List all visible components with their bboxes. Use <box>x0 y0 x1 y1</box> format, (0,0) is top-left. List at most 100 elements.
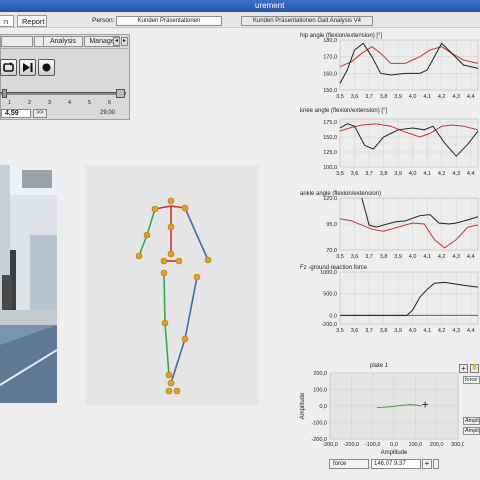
y-tick-label: 95,0 <box>326 222 337 228</box>
x-tick-label: 4,4 <box>467 328 475 334</box>
plot-area <box>339 39 479 91</box>
top-toolbar <box>0 12 480 28</box>
x-tick-label: 3,9 <box>394 254 402 260</box>
record-button[interactable] <box>38 59 55 76</box>
session-field[interactable]: Kunden Präsentationen Gait Analysis V4 <box>241 16 373 26</box>
x-tick-label: -200,0 <box>344 442 360 448</box>
record-icon <box>42 63 51 72</box>
title-bar: urement <box>0 0 480 12</box>
person-field[interactable]: Kunden Präsentationen <box>116 16 222 26</box>
force-value[interactable]: 146,07 9,37 <box>371 459 421 469</box>
timeline-thumb[interactable] <box>2 89 7 98</box>
x-tick-label: 4,0 <box>409 254 417 260</box>
y-tick-label: -100,0 <box>311 421 327 427</box>
step-button[interactable]: >> <box>33 109 47 118</box>
y-tick-label: 150,0 <box>323 135 337 141</box>
x-tick-label: 3,5 <box>336 254 344 260</box>
plate-y-label: Amplitude <box>300 392 306 419</box>
force-vector-label: force ve <box>463 376 480 384</box>
right-shank-segment <box>170 338 186 384</box>
y-tick-label: 200,0 <box>313 371 327 377</box>
x-tick-label: 3,9 <box>394 328 402 334</box>
amplitude-field-1[interactable]: Ampli <box>463 417 480 425</box>
force-label: force <box>329 459 369 469</box>
x-tick-label: 3,5 <box>336 171 344 177</box>
timeline-end-handle[interactable] <box>116 89 125 98</box>
plot-area <box>339 271 479 325</box>
tab-analysis[interactable]: Analysis <box>43 36 83 47</box>
y-tick-label: 0,0 <box>319 404 327 410</box>
chart-2: ankle angle (flexion/extension)120,0 95,0… <box>300 191 479 260</box>
x-tick-label: 3,5 <box>336 94 344 100</box>
tick-label: 4 <box>68 100 72 106</box>
x-tick-label: 4,4 <box>467 94 475 100</box>
x-tick-label: 3,8 <box>380 254 388 260</box>
hand-icon[interactable]: ✋ <box>470 364 479 373</box>
panel-tab-first[interactable] <box>1 36 33 47</box>
x-tick-label: 3,6 <box>351 94 359 100</box>
y-tick-label: 160,0 <box>323 71 337 77</box>
x-tick-label: 4,1 <box>423 328 431 334</box>
scroll-left-icon[interactable]: ◂ <box>113 37 120 46</box>
x-tick-label: 3,8 <box>380 328 388 334</box>
x-tick-label: 3,7 <box>365 254 373 260</box>
x-tick-label: 4,0 <box>409 94 417 100</box>
timeline-track[interactable] <box>0 92 126 95</box>
tick-label: 1 <box>8 100 12 106</box>
x-tick-label: 4,2 <box>438 254 446 260</box>
right-thigh-segment <box>184 276 198 340</box>
y-tick-label: 170,0 <box>323 55 337 61</box>
chart-title: ankle angle (flexion/extension) <box>300 191 381 197</box>
skeleton-figure <box>135 197 212 395</box>
tick-label: 3 <box>48 100 52 106</box>
force-plus-icon[interactable]: + <box>422 459 432 469</box>
left-shank-segment <box>164 322 170 376</box>
force-toggle[interactable] <box>433 459 439 469</box>
time-value-field[interactable]: 4,59 <box>1 109 31 118</box>
left-forearm-segment <box>138 234 148 257</box>
x-tick-label: 4,2 <box>438 328 446 334</box>
x-tick-label: 300,0 <box>451 442 464 448</box>
end-time-value: 29,00 <box>100 110 116 116</box>
x-tick-label: 200,0 <box>430 442 444 448</box>
x-tick-label: 3,9 <box>394 94 402 100</box>
right-forearm-segment <box>195 232 209 261</box>
loop-button[interactable] <box>0 59 17 76</box>
x-tick-label: 4,2 <box>438 171 446 177</box>
x-tick-label: 3,7 <box>365 328 373 334</box>
x-tick-label: -300,0 <box>322 442 338 448</box>
amplitude-field-2[interactable]: Ampli <box>463 427 480 435</box>
plus-icon[interactable]: + <box>459 364 468 373</box>
tick-label: 5 <box>88 100 92 106</box>
left-upper-arm-segment <box>146 208 156 236</box>
window-title: urement <box>255 1 285 10</box>
y-tick-label: 500,0 <box>323 292 337 298</box>
scroll-right-icon[interactable]: ▸ <box>121 37 128 46</box>
x-tick-label: 3,9 <box>394 171 402 177</box>
x-tick-label: 4,1 <box>423 94 431 100</box>
x-tick-label: 4,4 <box>467 171 475 177</box>
tab-divider <box>1 48 128 49</box>
right-upper-arm-segment <box>184 207 197 234</box>
x-tick-label: 4,3 <box>452 254 460 260</box>
x-tick-label: 3,8 <box>380 171 388 177</box>
left-thigh-segment <box>163 272 166 324</box>
tab-measurement[interactable]: n <box>0 15 14 27</box>
x-tick-label: 3,6 <box>351 171 359 177</box>
tab-report[interactable]: Report <box>17 15 47 27</box>
chart-0: hip angle (flexion/extension) [°]180,0 17… <box>300 33 479 100</box>
plot-area <box>339 118 479 168</box>
gait-charts: hip angle (flexion/extension) [°]180,0 17… <box>300 33 479 334</box>
loop-icon <box>3 62 14 72</box>
x-tick-label: 4,3 <box>452 171 460 177</box>
x-tick-label: 3,7 <box>365 94 373 100</box>
chart-title: hip angle (flexion/extension) [°] <box>300 33 382 39</box>
tick-label: 2 <box>28 100 32 106</box>
y-tick-label: 100,0 <box>323 165 337 171</box>
x-tick-label: 0,0 <box>390 442 398 448</box>
x-tick-label: 4,3 <box>452 328 460 334</box>
x-tick-label: 3,5 <box>336 328 344 334</box>
video-feed <box>0 165 57 403</box>
step-forward-button[interactable] <box>19 59 36 76</box>
y-tick-label: -200,0 <box>321 322 337 328</box>
